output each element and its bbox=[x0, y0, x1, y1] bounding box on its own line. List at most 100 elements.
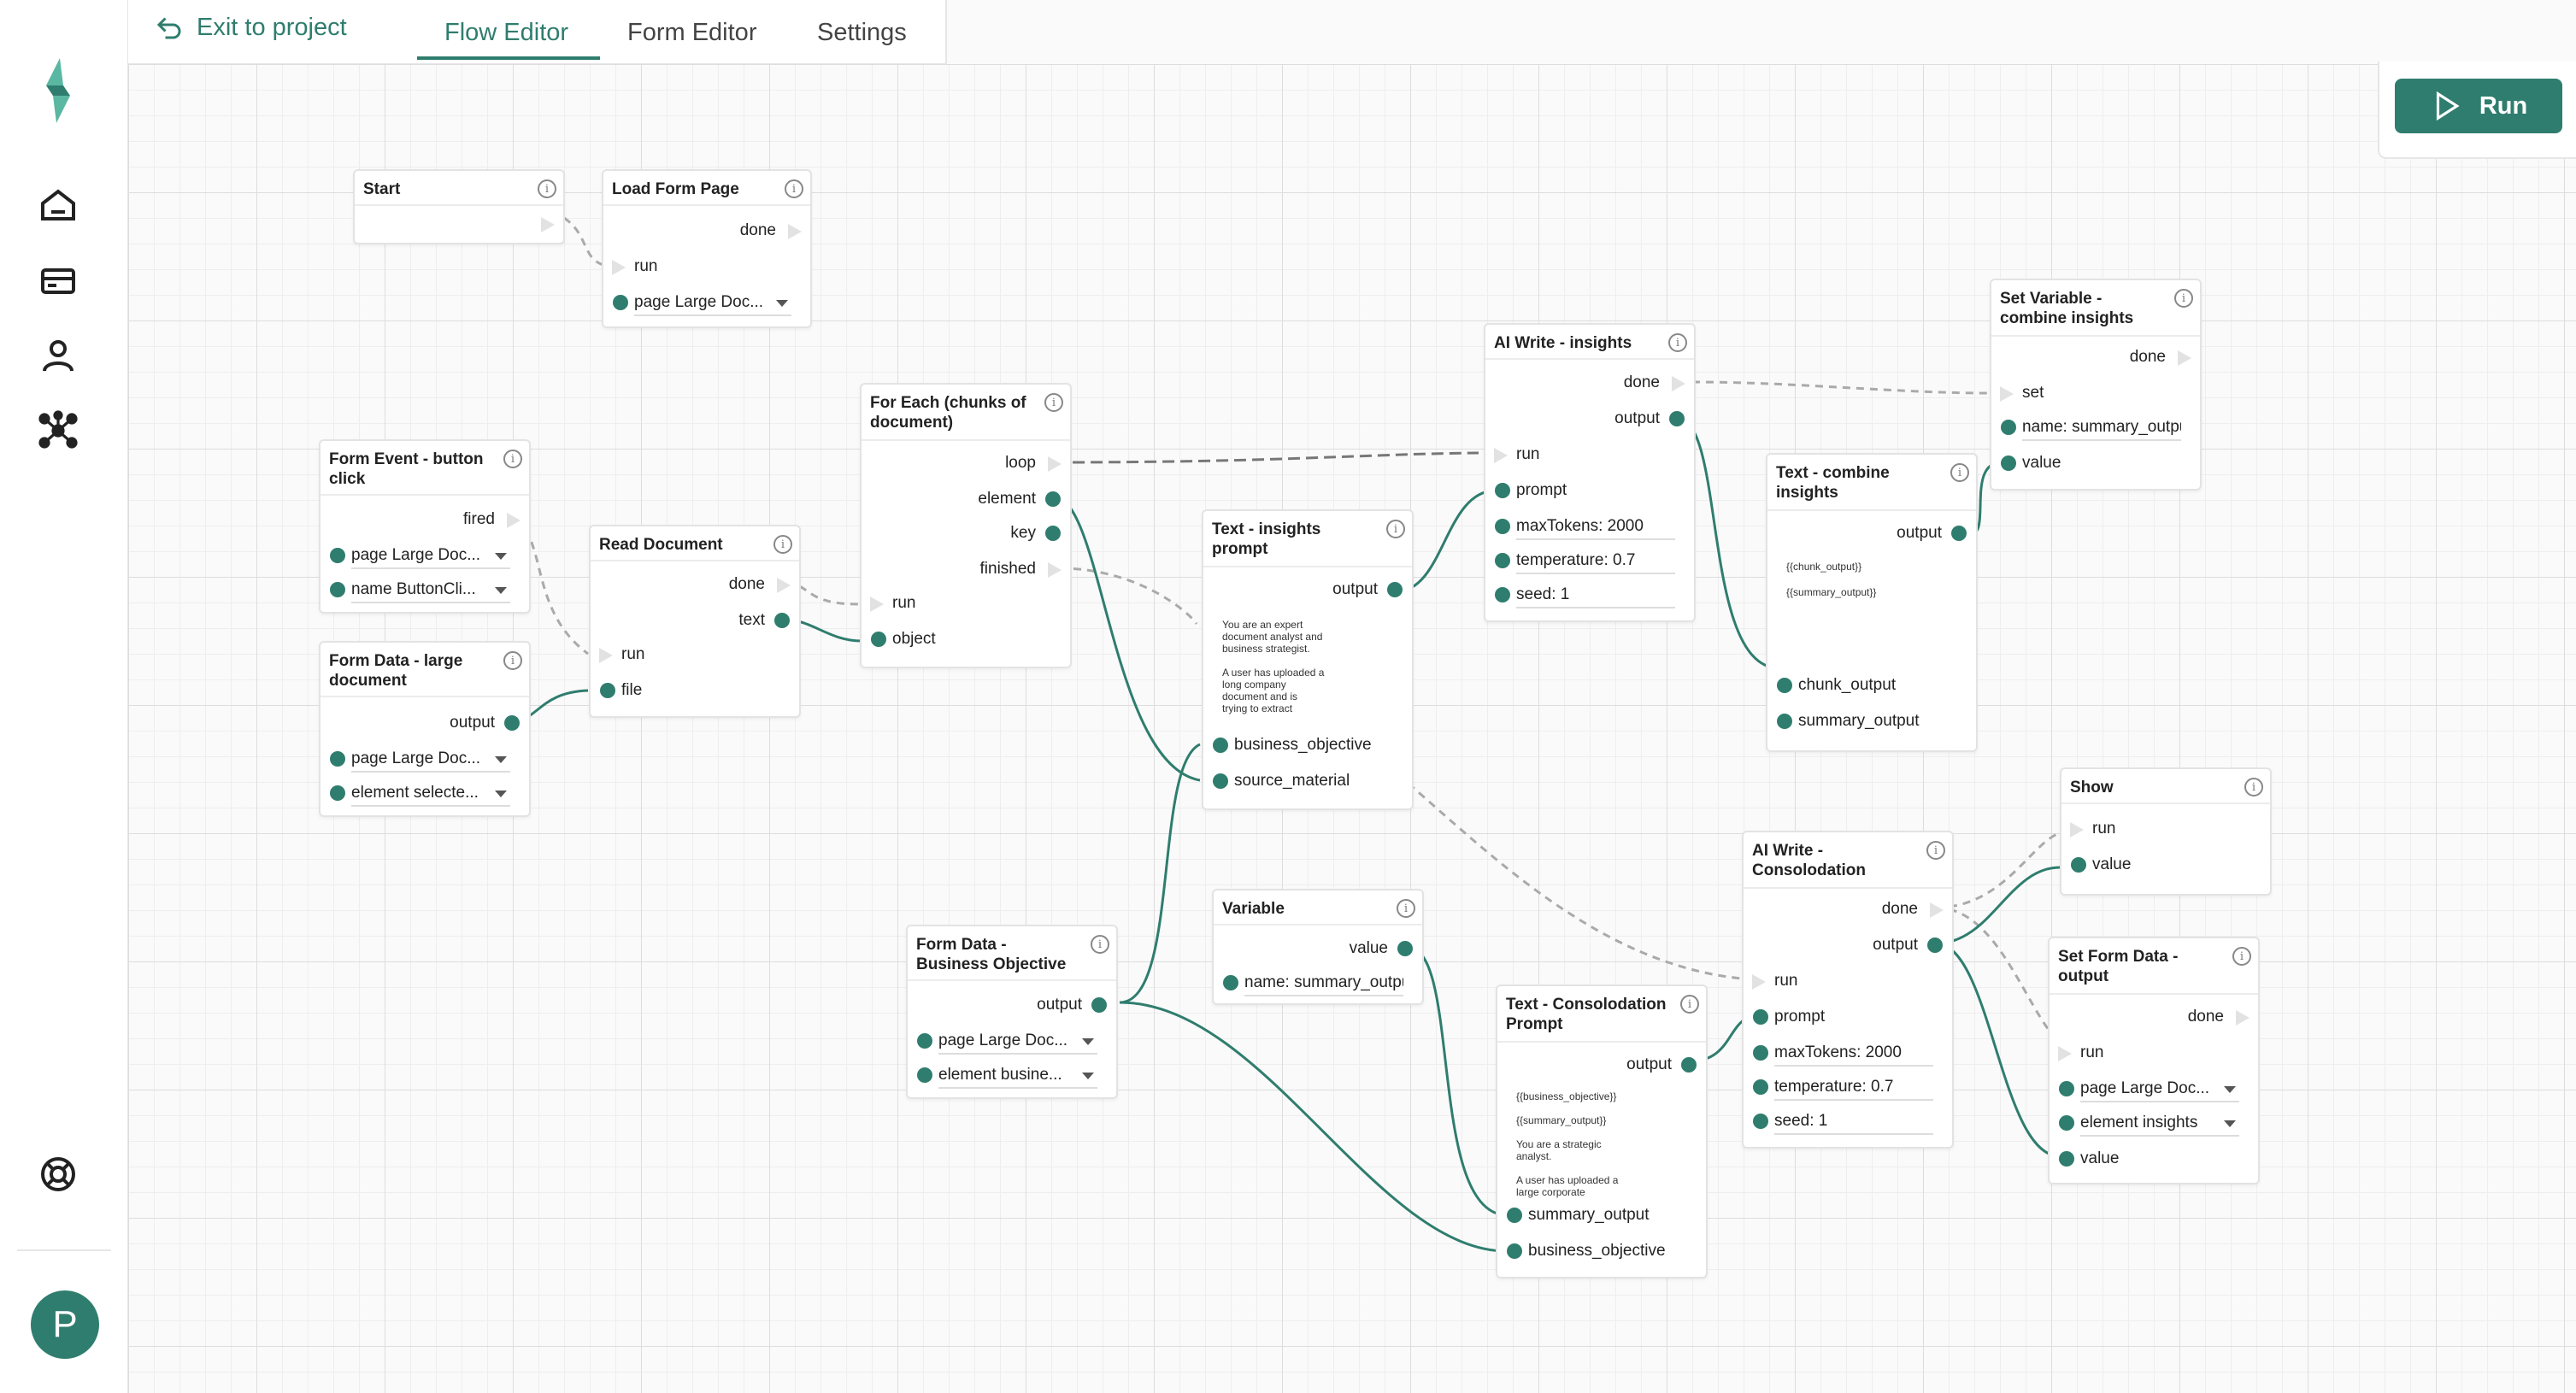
info-icon[interactable]: i bbox=[2232, 947, 2251, 966]
info-icon[interactable]: i bbox=[785, 179, 803, 198]
port-fired[interactable]: fired bbox=[321, 508, 529, 532]
port-chunk-output[interactable]: chunk_output bbox=[1767, 673, 1976, 697]
port-file[interactable]: file bbox=[591, 679, 799, 702]
port-summary-output[interactable]: summary_output bbox=[1767, 709, 1976, 733]
page-select[interactable]: page Large Doc... bbox=[2080, 1077, 2239, 1102]
port-set[interactable]: set bbox=[1991, 381, 2200, 405]
node-form-data-business-objective[interactable]: Form Data - Business Objective i output … bbox=[906, 925, 1118, 1099]
port-run[interactable]: run bbox=[2050, 1041, 2258, 1065]
max-tokens-input[interactable]: maxTokens: 2000 bbox=[1516, 514, 1675, 540]
port-done[interactable]: done bbox=[1991, 345, 2200, 369]
user-icon[interactable] bbox=[36, 333, 80, 378]
port-output[interactable]: output bbox=[908, 993, 1116, 1017]
logo-icon[interactable] bbox=[36, 48, 80, 133]
port-loop[interactable]: loop bbox=[862, 451, 1070, 475]
prompt-text-preview[interactable]: You are an expert document analyst and b… bbox=[1222, 619, 1397, 720]
port-run[interactable]: run bbox=[1744, 969, 1952, 993]
node-load-form-page[interactable]: Load Form Page i done run page Large Doc… bbox=[602, 169, 812, 328]
port-value[interactable]: value bbox=[1214, 937, 1422, 961]
port-output[interactable]: output bbox=[1203, 578, 1412, 602]
info-icon[interactable]: i bbox=[1680, 995, 1699, 1014]
port-run[interactable]: run bbox=[862, 591, 1070, 615]
card-icon[interactable] bbox=[36, 258, 80, 303]
port-element[interactable]: element bbox=[862, 487, 1070, 511]
node-set-variable[interactable]: Set Variable - combine insights i done s… bbox=[1990, 279, 2202, 491]
tab-form-editor[interactable]: Form Editor bbox=[627, 19, 756, 56]
info-icon[interactable]: i bbox=[1091, 935, 1109, 954]
info-icon[interactable]: i bbox=[773, 535, 792, 554]
nodes-icon[interactable] bbox=[36, 408, 80, 453]
node-form-data-large-document[interactable]: Form Data - large document i output page… bbox=[319, 641, 531, 817]
port-finished[interactable]: finished bbox=[862, 557, 1070, 581]
port-done[interactable]: done bbox=[2050, 1005, 2258, 1029]
port-summary-output[interactable]: summary_output bbox=[1497, 1203, 1706, 1227]
port-prompt[interactable]: prompt bbox=[1744, 1005, 1952, 1029]
port-value[interactable]: value bbox=[1991, 451, 2200, 475]
info-icon[interactable]: i bbox=[1397, 899, 1415, 918]
info-icon[interactable]: i bbox=[503, 450, 522, 468]
info-icon[interactable]: i bbox=[1044, 393, 1063, 412]
info-icon[interactable]: i bbox=[2174, 289, 2193, 308]
node-variable[interactable]: Variable i value name: summary_outpu bbox=[1212, 889, 1424, 1005]
seed-input[interactable]: seed: 1 bbox=[1774, 1109, 1933, 1135]
port-text[interactable]: text bbox=[591, 608, 799, 632]
variable-name-input[interactable]: name: summary_outpu bbox=[2022, 415, 2181, 441]
exit-to-project-button[interactable]: Exit to project bbox=[154, 12, 347, 43]
port-object[interactable]: object bbox=[862, 627, 1070, 651]
port-run[interactable]: run bbox=[591, 643, 799, 667]
page-select[interactable]: page Large Doc... bbox=[634, 291, 791, 316]
port-done[interactable]: done bbox=[1744, 897, 1952, 921]
seed-input[interactable]: seed: 1 bbox=[1516, 583, 1675, 608]
element-select[interactable]: element busine... bbox=[938, 1063, 1097, 1089]
port-output[interactable]: output bbox=[1767, 521, 1976, 545]
node-ai-write-consolidation[interactable]: AI Write - Consolodation i done output r… bbox=[1742, 831, 1954, 1149]
port-done[interactable]: done bbox=[603, 219, 810, 243]
port-run[interactable]: run bbox=[603, 255, 810, 279]
exec-out-port[interactable] bbox=[355, 212, 563, 236]
port-run[interactable]: run bbox=[1485, 443, 1694, 467]
port-source-material[interactable]: source_material bbox=[1203, 769, 1412, 793]
node-text-insights-prompt[interactable]: Text - insights prompt i output You are … bbox=[1202, 509, 1414, 810]
page-select[interactable]: page Large Doc... bbox=[938, 1029, 1097, 1055]
node-read-document[interactable]: Read Document i done text run file bbox=[589, 525, 801, 718]
port-value[interactable]: value bbox=[2050, 1147, 2258, 1171]
tab-settings[interactable]: Settings bbox=[817, 19, 907, 56]
node-text-combine-insights[interactable]: Text - combine insights i output {{chunk… bbox=[1766, 453, 1978, 752]
prompt-text-line[interactable]: {{chunk_output}} bbox=[1786, 561, 1961, 574]
port-done[interactable]: done bbox=[591, 573, 799, 597]
node-for-each[interactable]: For Each (chunks of document) i loop ele… bbox=[860, 383, 1072, 668]
node-set-form-data-output[interactable]: Set Form Data - output i done run page L… bbox=[2048, 937, 2260, 1184]
max-tokens-input[interactable]: maxTokens: 2000 bbox=[1774, 1041, 1933, 1067]
port-output[interactable]: output bbox=[1497, 1053, 1706, 1077]
info-icon[interactable]: i bbox=[538, 179, 556, 198]
prompt-text-line[interactable]: {{summary_output}} bbox=[1786, 586, 1961, 600]
avatar[interactable]: P bbox=[31, 1290, 99, 1359]
info-icon[interactable]: i bbox=[1668, 333, 1687, 352]
page-select[interactable]: page Large Doc... bbox=[351, 544, 510, 569]
port-prompt[interactable]: prompt bbox=[1485, 479, 1694, 503]
port-business-objective[interactable]: business_objective bbox=[1203, 733, 1412, 757]
port-done[interactable]: done bbox=[1485, 371, 1694, 395]
run-button[interactable]: Run bbox=[2395, 79, 2562, 133]
info-icon[interactable]: i bbox=[1386, 520, 1405, 538]
help-icon[interactable] bbox=[36, 1152, 80, 1196]
port-run[interactable]: run bbox=[2061, 817, 2270, 841]
info-icon[interactable]: i bbox=[2244, 778, 2263, 796]
prompt-text-preview[interactable]: {{business_objective}} {{summary_output}… bbox=[1516, 1090, 1691, 1200]
port-business-objective[interactable]: business_objective bbox=[1497, 1239, 1706, 1263]
element-select[interactable]: element selecte... bbox=[351, 781, 510, 807]
page-select[interactable]: page Large Doc... bbox=[351, 747, 510, 773]
node-form-event[interactable]: Form Event - button click i fired page L… bbox=[319, 439, 531, 614]
info-icon[interactable]: i bbox=[1926, 841, 1945, 860]
temperature-input[interactable]: temperature: 0.7 bbox=[1516, 549, 1675, 574]
port-output[interactable]: output bbox=[1485, 407, 1694, 431]
home-icon[interactable] bbox=[36, 183, 80, 227]
port-output[interactable]: output bbox=[1744, 933, 1952, 957]
port-key[interactable]: key bbox=[862, 521, 1070, 545]
variable-name-input[interactable]: name: summary_outpu bbox=[1244, 971, 1403, 996]
node-start[interactable]: Start i bbox=[353, 169, 565, 244]
element-select[interactable]: element insights bbox=[2080, 1111, 2239, 1137]
port-value[interactable]: value bbox=[2061, 853, 2270, 877]
node-show[interactable]: Show i run value bbox=[2060, 767, 2272, 896]
tab-flow-editor[interactable]: Flow Editor bbox=[444, 19, 568, 56]
